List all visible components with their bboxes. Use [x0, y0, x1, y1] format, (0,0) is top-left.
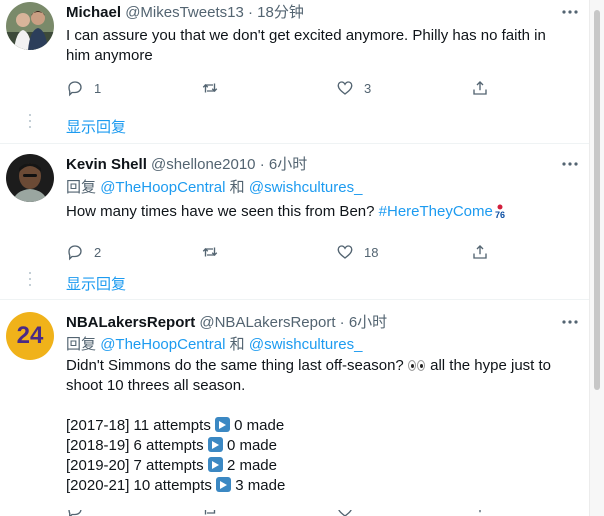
- scrollbar-thumb[interactable]: [594, 10, 600, 390]
- text-segment: all the hype just to: [430, 357, 552, 374]
- like-button[interactable]: 18: [336, 242, 378, 262]
- avatar-number: 24: [16, 322, 44, 349]
- like-icon: [338, 510, 352, 516]
- author-name[interactable]: Michael: [66, 4, 121, 21]
- reply-icon: [68, 245, 82, 261]
- separator: ·: [247, 4, 253, 21]
- reply-count: 1: [94, 80, 102, 96]
- timestamp[interactable]: 6小时: [349, 314, 387, 331]
- retweet-icon: [204, 510, 216, 515]
- arrow-right-emoji-icon: [207, 437, 223, 452]
- like-button[interactable]: [336, 510, 354, 516]
- show-replies-link[interactable]: 显示回复: [66, 273, 126, 294]
- reply-prefix: 回复: [66, 336, 97, 353]
- mention-link[interactable]: @TheHoopCentral: [100, 336, 225, 353]
- text-line: Didn't Simmons do the same thing last of…: [66, 356, 579, 376]
- reply-button[interactable]: 2: [66, 242, 101, 262]
- action-bar-partial: [66, 510, 516, 516]
- avatar[interactable]: [6, 154, 54, 202]
- tweet-text: I can assure you that we don't get excit…: [66, 27, 546, 64]
- author-name[interactable]: Kevin Shell: [66, 156, 147, 173]
- avatar[interactable]: [6, 2, 54, 50]
- like-count: 18: [364, 244, 379, 260]
- retweet-icon: [202, 83, 218, 93]
- share-icon: [479, 510, 481, 513]
- hashtag-link[interactable]: #HereTheyCome: [379, 203, 493, 220]
- stat-line: [2017-18] 11 attempts 0 made: [66, 416, 579, 436]
- like-icon: [337, 81, 353, 95]
- tweet-nbalakersreport[interactable]: 24 NBALakersReport @NBALakersReport · 6小…: [0, 300, 589, 516]
- stat-season: [2020-21] 10 attempts: [66, 477, 212, 494]
- reply-and: 和: [229, 179, 245, 196]
- svg-text:76: 76: [495, 210, 505, 219]
- mention-link[interactable]: @TheHoopCentral: [100, 179, 225, 196]
- stat-made: 3 made: [235, 477, 286, 494]
- stat-season: [2018-19] 6 attempts: [66, 437, 204, 454]
- arrow-right-emoji-icon: [215, 417, 230, 432]
- like-icon: [337, 245, 353, 259]
- tweet-michael[interactable]: Michael @MikesTweets13 · 18分钟 I can assu…: [0, 0, 589, 142]
- like-button[interactable]: 3: [336, 78, 371, 98]
- timestamp[interactable]: 6小时: [269, 156, 307, 173]
- thread-connector: [29, 114, 31, 132]
- reply-button[interactable]: 1: [66, 78, 101, 98]
- share-button[interactable]: [471, 242, 489, 262]
- more-icon[interactable]: [561, 5, 579, 19]
- replying-to: 回复 @TheHoopCentral 和 @swishcultures_: [66, 335, 579, 355]
- replying-to: 回复 @TheHoopCentral 和 @swishcultures_: [66, 178, 579, 198]
- timestamp[interactable]: 18分钟: [257, 4, 304, 21]
- author-name[interactable]: NBALakersReport: [66, 314, 195, 331]
- stat-season: [2017-18] 11 attempts: [66, 417, 211, 434]
- scrollbar[interactable]: [589, 0, 604, 516]
- tweet-kevin-shell[interactable]: Kevin Shell @shellone2010 · 6小时 回复 @TheH…: [0, 144, 589, 300]
- eyes-emoji-icon: [407, 360, 426, 371]
- share-button[interactable]: [471, 78, 489, 98]
- separator: ·: [339, 314, 345, 331]
- reply-icon: [68, 510, 82, 516]
- reply-icon: [68, 81, 82, 97]
- author-handle[interactable]: @NBALakersReport: [199, 314, 335, 331]
- avatar[interactable]: 24: [6, 312, 54, 360]
- thread-connector: [29, 272, 31, 290]
- stat-line: [2019-20] 7 attempts 2 made: [66, 456, 579, 476]
- share-icon: [473, 245, 487, 259]
- arrow-right-emoji-icon: [216, 477, 232, 492]
- author-handle[interactable]: @shellone2010: [151, 156, 255, 173]
- reply-prefix: 回复: [66, 179, 97, 196]
- reply-button[interactable]: [66, 510, 84, 516]
- retweet-icon: [202, 247, 218, 257]
- text-line: shoot 10 threes all season.: [66, 377, 246, 394]
- reply-and: 和: [229, 336, 245, 353]
- stat-line: [2020-21] 10 attempts 3 made: [66, 476, 579, 496]
- text-segment: Didn't Simmons do the same thing last of…: [66, 357, 404, 374]
- more-icon[interactable]: [561, 157, 579, 171]
- tweet-text: How many times have we seen this from Be…: [66, 203, 375, 220]
- mention-link[interactable]: @swishcultures_: [249, 179, 363, 196]
- like-count: 3: [364, 80, 372, 96]
- stat-line: [2018-19] 6 attempts 0 made: [66, 436, 579, 456]
- stat-made: 0 made: [234, 417, 285, 434]
- share-icon: [473, 81, 487, 95]
- retweet-button[interactable]: [201, 510, 219, 516]
- stat-made: 0 made: [226, 437, 277, 454]
- sixers-logo-icon: 76: [495, 204, 505, 219]
- mention-link[interactable]: @swishcultures_: [249, 336, 363, 353]
- retweet-button[interactable]: [201, 78, 229, 98]
- stat-season: [2019-20] 7 attempts: [66, 457, 204, 474]
- more-icon[interactable]: [561, 315, 579, 329]
- stat-made: 2 made: [226, 457, 277, 474]
- show-replies-link[interactable]: 显示回复: [66, 116, 126, 137]
- tweet-text: Didn't Simmons do the same thing last of…: [66, 356, 579, 496]
- share-button[interactable]: [471, 510, 489, 516]
- tweet-text-row: How many times have we seen this from Be…: [66, 202, 579, 222]
- author-handle[interactable]: @MikesTweets13: [125, 4, 244, 21]
- separator: ·: [259, 156, 265, 173]
- retweet-button[interactable]: [201, 242, 229, 262]
- reply-count: 2: [94, 244, 102, 260]
- arrow-right-emoji-icon: [207, 457, 223, 472]
